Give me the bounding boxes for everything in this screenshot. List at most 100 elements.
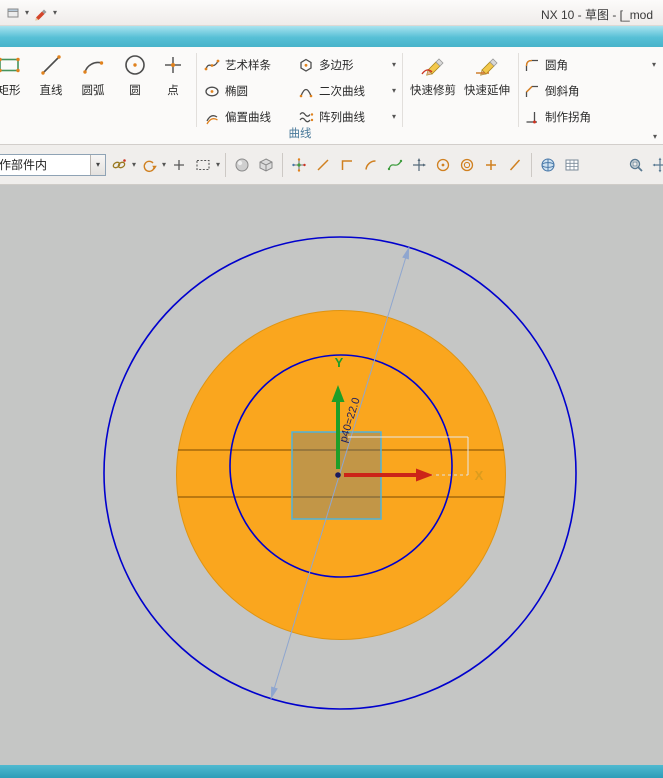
work-scope-select[interactable]: 作部件内 ▾ [0,153,106,176]
quick-trim-icon [420,52,446,78]
button-label: 快速延伸 [464,85,510,97]
point-icon [160,52,186,78]
y-axis-label: Y [335,355,344,370]
chevron-down-icon[interactable]: ▾ [392,87,396,95]
redo-arrow-icon[interactable] [138,154,160,176]
chevron-down-icon[interactable]: ▾ [392,61,396,69]
ribbon-button-line[interactable]: 直线 [30,52,72,98]
quick-extend-icon [474,52,500,78]
chevron-down-icon[interactable]: ▾ [162,160,166,169]
ribbon-button-quick-extend[interactable]: 快速延伸 [462,52,512,98]
chevron-down-icon[interactable]: ▾ [653,133,657,141]
work-scope-value: 作部件内 [0,158,48,172]
circle-center-icon[interactable] [432,154,454,176]
spline-icon[interactable] [384,154,406,176]
ribbon-button-point[interactable]: 点 [152,52,194,98]
chevron-down-icon[interactable]: ▾ [652,61,656,69]
button-label: 圆角 [545,60,568,72]
ribbon-button-fillet[interactable]: 圆角 ▾ [524,53,656,77]
rectangle-icon [0,52,22,78]
sketch-edit-icon[interactable] [32,4,50,22]
button-label: 快速修剪 [410,85,456,97]
toolbar-separator [531,152,533,177]
ribbon-button-circle[interactable]: 圆 [114,52,156,98]
title-bar: ▾ ▾ NX 10 - 草图 - [_mod [0,0,663,26]
quick-access-toolbar: ▾ ▾ [4,4,57,22]
chevron-down-icon[interactable]: ▾ [216,160,220,169]
chamfer-icon [524,83,540,99]
arc-icon [80,52,106,78]
chevron-down-icon[interactable]: ▾ [392,113,396,121]
circle-ring-icon[interactable] [456,154,478,176]
ribbon-button-ellipse[interactable]: 椭圆 [204,79,294,103]
button-label: 点 [167,85,179,97]
ribbon-curve-group: 矩形 直线 圆弧 圆 点 艺术样条 椭圆 偏置曲线 多边形 ▾ 二次曲线 ▾ 阵… [0,47,663,145]
button-label: 偏置曲线 [225,112,271,124]
toolbar-right-group [625,154,663,176]
button-label: 制作拐角 [545,112,591,124]
button-label: 阵列曲线 [319,112,365,124]
origin-point[interactable] [335,472,341,478]
ribbon-button-arc[interactable]: 圆弧 [72,52,114,98]
window-title: NX 10 - 草图 - [_mod [541,8,654,22]
chevron-down-icon[interactable]: ▾ [90,154,105,175]
sketch-toolbar: 作部件内 ▾ ▾ ▾ ▾ [0,145,663,185]
button-label: 艺术样条 [225,60,271,72]
ribbon-button-studio-spline[interactable]: 艺术样条 [204,53,294,77]
button-label: 直线 [39,85,63,97]
chevron-down-icon[interactable]: ▾ [25,8,29,17]
chevron-down-icon[interactable]: ▾ [132,160,136,169]
group-separator [402,53,403,127]
ribbon-button-polygon[interactable]: 多边形 ▾ [298,53,396,77]
arc-icon[interactable] [360,154,382,176]
group-separator [196,53,197,127]
slash-line-icon[interactable] [312,154,334,176]
slash-orange-icon[interactable] [504,154,526,176]
cube-icon[interactable] [255,154,277,176]
snap-point-icon[interactable] [288,154,310,176]
polygon-icon [298,57,314,73]
ribbon-tab-band[interactable] [0,26,663,47]
grid-icon[interactable] [561,154,583,176]
offset-curve-icon [204,109,220,125]
studio-spline-icon [204,57,220,73]
status-bar [0,765,663,778]
ribbon-button-rectangle[interactable]: 矩形 [0,52,30,98]
pattern-curve-icon [298,109,314,125]
app-menu-icon[interactable] [4,4,22,22]
toolbar-separator [225,152,227,177]
button-label: 二次曲线 [319,86,365,98]
profile-icon[interactable] [336,154,358,176]
ribbon-button-quick-trim[interactable]: 快速修剪 [408,52,458,98]
conic-icon [298,83,314,99]
button-label: 倒斜角 [545,86,580,98]
marquee-select-icon[interactable] [192,154,214,176]
group-label-curve: 曲线 [288,128,312,140]
button-label: 矩形 [0,85,21,97]
nx-window: ▾ ▾ NX 10 - 草图 - [_mod 矩形 直线 圆弧 圆 点 艺术样条… [0,0,663,778]
link-icon[interactable] [108,154,130,176]
line-icon [38,52,64,78]
graphics-window[interactable]: p40=22.0 Y X [0,185,663,765]
globe-icon[interactable] [537,154,559,176]
fillet-icon [524,57,540,73]
ribbon-button-chamfer[interactable]: 倒斜角 [524,79,656,103]
ellipse-icon [204,83,220,99]
make-corner-icon [524,109,540,125]
toolbar-separator [282,152,284,177]
button-label: 圆 [129,85,141,97]
plus-orange-icon[interactable] [480,154,502,176]
button-label: 多边形 [319,60,354,72]
x-axis-label: X [475,468,484,483]
ribbon-button-conic[interactable]: 二次曲线 ▾ [298,79,396,103]
button-label: 椭圆 [225,86,248,98]
group-separator [518,53,519,127]
sphere-icon[interactable] [231,154,253,176]
button-label: 圆弧 [81,85,105,97]
axis-icon[interactable] [408,154,430,176]
zoom-window-icon[interactable] [625,154,647,176]
plus-icon[interactable] [168,154,190,176]
pan-icon[interactable] [649,154,663,176]
chevron-down-icon[interactable]: ▾ [53,8,57,17]
sketch-viewport[interactable]: p40=22.0 Y X [0,185,663,765]
